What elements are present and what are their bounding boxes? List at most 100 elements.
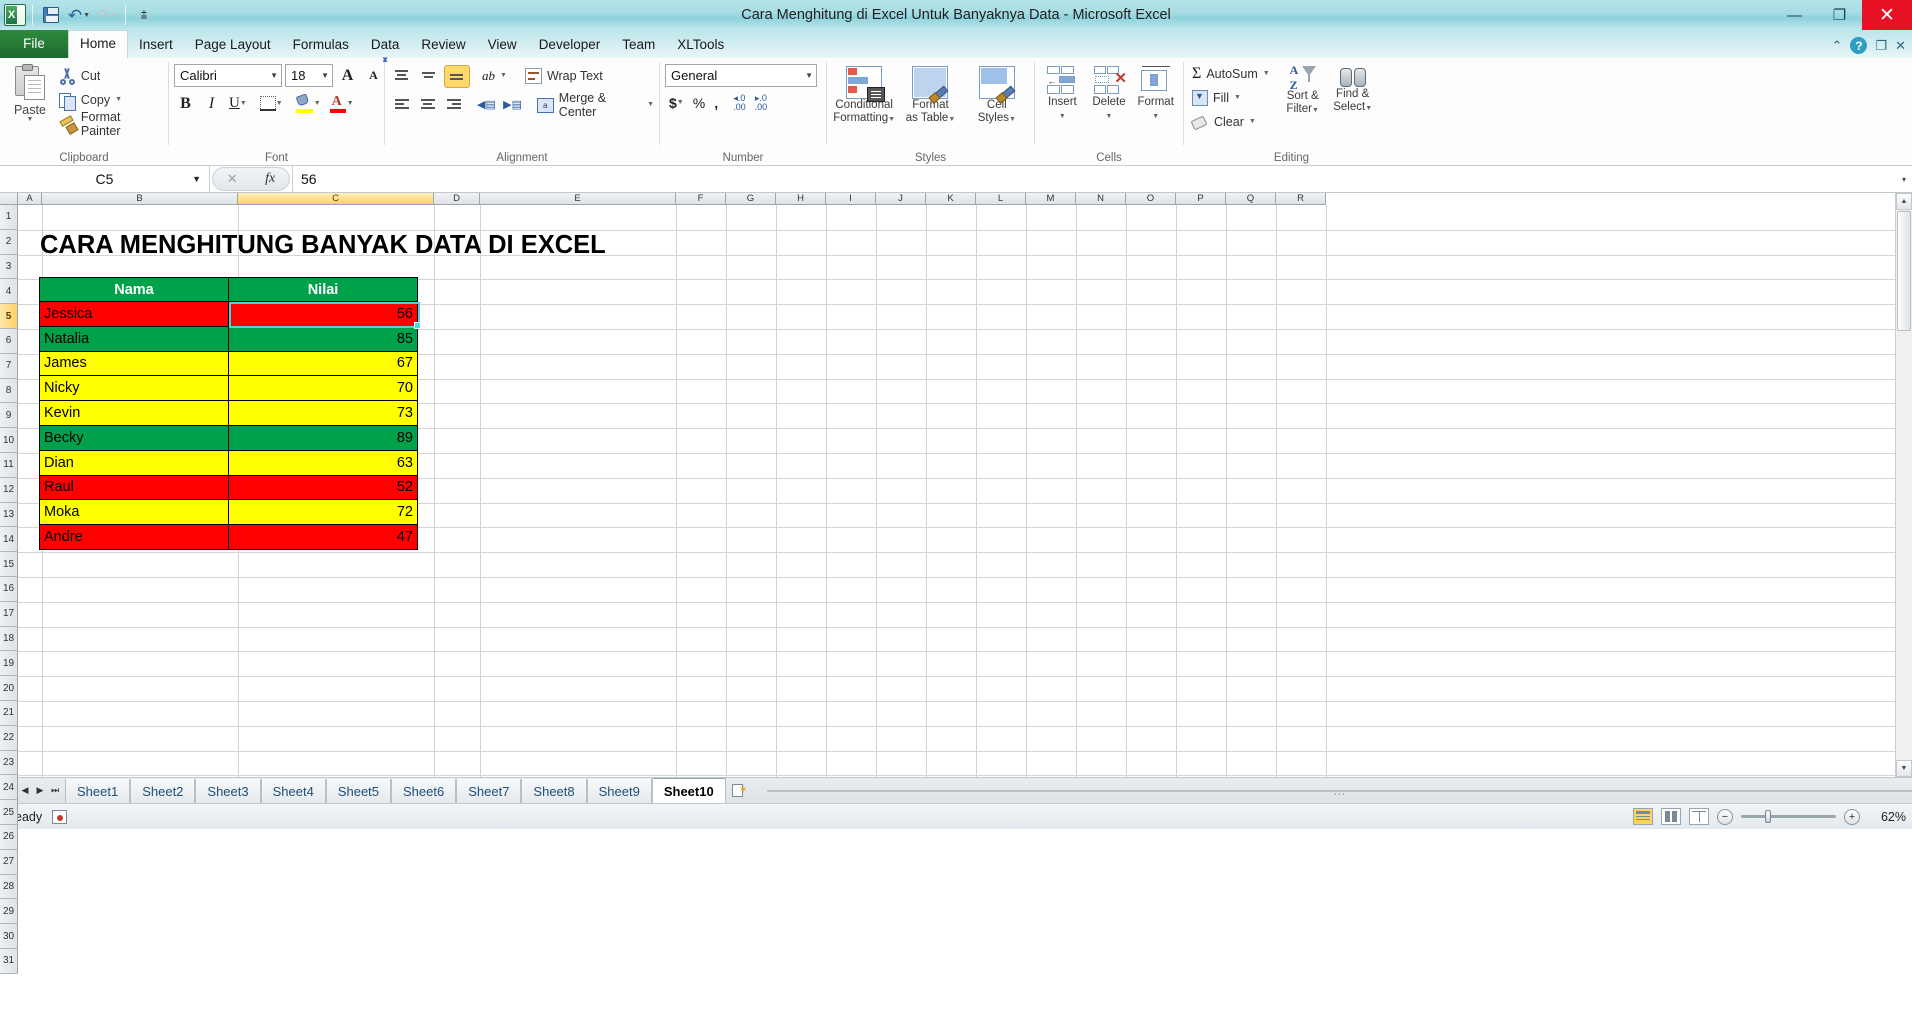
- row-header-23[interactable]: 23: [0, 750, 18, 776]
- row-header-27[interactable]: 27: [0, 849, 18, 875]
- column-header-f[interactable]: F: [676, 193, 726, 205]
- row-header-16[interactable]: 16: [0, 576, 18, 602]
- redo-button[interactable]: ↷ ▼: [95, 3, 119, 27]
- cell-value[interactable]: 52: [228, 474, 418, 501]
- row-header-2[interactable]: 2: [0, 229, 18, 255]
- ribbon-tab-xltools[interactable]: XLTools: [666, 32, 735, 58]
- next-sheet-button[interactable]: ▶: [34, 785, 46, 796]
- decrease-indent-button[interactable]: ◀▤: [474, 94, 497, 117]
- font-color-button[interactable]: A ▼: [327, 92, 357, 115]
- column-header-j[interactable]: J: [876, 193, 926, 205]
- delete-cells-button[interactable]: ✕ Delete ▼: [1087, 64, 1132, 122]
- conditional-formatting-button[interactable]: Conditional Formatting▼: [832, 64, 896, 125]
- cell-value[interactable]: 67: [228, 350, 418, 377]
- autosum-button[interactable]: Σ AutoSum ▼: [1189, 62, 1273, 85]
- row-header-29[interactable]: 29: [0, 899, 18, 925]
- cut-button[interactable]: Cut: [55, 65, 163, 87]
- cell-name[interactable]: James: [39, 350, 229, 377]
- row-header-12[interactable]: 12: [0, 477, 18, 503]
- column-header-m[interactable]: M: [1026, 193, 1076, 205]
- minimize-ribbon-icon[interactable]: ⌃: [1832, 38, 1843, 54]
- row-header-25[interactable]: 25: [0, 800, 18, 825]
- align-right-button[interactable]: [442, 94, 465, 117]
- row-header-6[interactable]: 6: [0, 328, 18, 354]
- cell-name[interactable]: Natalia: [39, 325, 229, 352]
- ribbon-tab-page-layout[interactable]: Page Layout: [184, 32, 282, 58]
- font-name-combo[interactable]: Calibri ▼: [174, 64, 282, 87]
- cell-name[interactable]: Becky: [39, 424, 229, 451]
- row-header-7[interactable]: 7: [0, 353, 18, 379]
- zoom-out-button[interactable]: −: [1717, 808, 1733, 825]
- ribbon-tab-view[interactable]: View: [477, 32, 528, 58]
- cancel-formula-icon[interactable]: ✕: [227, 171, 238, 187]
- cell-name[interactable]: Andre: [39, 524, 229, 550]
- restore-button[interactable]: ❐: [1817, 0, 1862, 30]
- cell-name[interactable]: Kevin: [39, 400, 229, 426]
- align-bottom-button[interactable]: [444, 64, 470, 88]
- align-left-button[interactable]: [390, 94, 413, 117]
- column-header-n[interactable]: N: [1076, 193, 1126, 205]
- sheet-tab-sheet5[interactable]: Sheet5: [325, 779, 392, 803]
- decrease-decimal-button[interactable]: ▸.0.00: [751, 92, 772, 114]
- insert-cells-button[interactable]: ← Insert ▼: [1040, 64, 1085, 122]
- chevron-down-icon[interactable]: ▼: [192, 174, 201, 184]
- vertical-scroll-thumb[interactable]: [1897, 211, 1911, 331]
- row-header-26[interactable]: 26: [0, 824, 18, 850]
- cell-value[interactable]: 70: [228, 375, 418, 402]
- help-icon[interactable]: ?: [1850, 37, 1868, 54]
- row-header-17[interactable]: 17: [0, 601, 18, 627]
- fill-color-button[interactable]: ▼: [293, 92, 324, 115]
- sheet-tab-sheet9[interactable]: Sheet9: [586, 779, 652, 803]
- format-cells-button[interactable]: Format ▼: [1133, 64, 1178, 122]
- formula-input[interactable]: 56: [292, 166, 1896, 192]
- zoom-slider[interactable]: [1741, 810, 1836, 823]
- select-all-button[interactable]: [0, 193, 18, 205]
- cell-value[interactable]: 85: [228, 325, 418, 352]
- restore-window-icon[interactable]: ❐: [1875, 38, 1887, 54]
- sheet-tab-sheet3[interactable]: Sheet3: [195, 779, 261, 803]
- row-header-13[interactable]: 13: [0, 502, 18, 528]
- normal-view-button[interactable]: [1633, 808, 1653, 825]
- italic-button[interactable]: I: [200, 92, 223, 115]
- sheet-tab-sheet4[interactable]: Sheet4: [260, 779, 326, 803]
- cell-name[interactable]: Nicky: [39, 375, 229, 402]
- row-header-3[interactable]: 3: [0, 254, 18, 280]
- sheet-tab-sheet8[interactable]: Sheet8: [521, 779, 587, 803]
- column-header-h[interactable]: H: [776, 193, 826, 205]
- bold-button[interactable]: B: [174, 92, 197, 115]
- align-middle-button[interactable]: [417, 65, 441, 88]
- undo-button[interactable]: ↶ ▼: [67, 3, 91, 27]
- find-select-button[interactable]: Find & Select▼: [1329, 62, 1377, 114]
- align-center-button[interactable]: [416, 94, 439, 117]
- ribbon-tab-team[interactable]: Team: [611, 32, 666, 58]
- scroll-down-button[interactable]: ▼: [1896, 760, 1912, 777]
- number-format-combo[interactable]: General ▼: [665, 64, 817, 87]
- ribbon-tab-developer[interactable]: Developer: [528, 32, 612, 58]
- sort-filter-button[interactable]: AZ Sort & Filter▼: [1279, 62, 1327, 116]
- row-header-18[interactable]: 18: [0, 626, 18, 652]
- row-header-8[interactable]: 8: [0, 378, 18, 404]
- row-header-5[interactable]: 5: [0, 304, 18, 329]
- column-header-c[interactable]: C: [238, 193, 434, 205]
- row-header-1[interactable]: 1: [0, 205, 18, 230]
- column-header-r[interactable]: R: [1276, 193, 1326, 205]
- grow-font-button[interactable]: A ▲: [336, 55, 389, 87]
- column-header-g[interactable]: G: [726, 193, 776, 205]
- format-as-table-button[interactable]: Format as Table▼: [898, 64, 962, 125]
- sheet-tab-sheet7[interactable]: Sheet7: [456, 779, 522, 803]
- borders-button[interactable]: ▼: [257, 92, 286, 115]
- comma-style-button[interactable]: ,: [710, 92, 722, 114]
- row-header-14[interactable]: 14: [0, 527, 18, 553]
- format-painter-button[interactable]: Format Painter: [55, 110, 163, 138]
- cell-value[interactable]: 47: [228, 524, 418, 550]
- row-header-21[interactable]: 21: [0, 700, 18, 726]
- underline-button[interactable]: U ▼: [226, 92, 250, 115]
- minimize-button[interactable]: —: [1772, 0, 1817, 30]
- row-header-4[interactable]: 4: [0, 279, 18, 305]
- sheet-tab-sheet10[interactable]: Sheet10: [651, 778, 726, 803]
- column-header-l[interactable]: L: [976, 193, 1026, 205]
- row-header-28[interactable]: 28: [0, 874, 18, 900]
- cell-name[interactable]: Jessica: [39, 301, 229, 327]
- column-header-p[interactable]: P: [1176, 193, 1226, 205]
- orientation-button[interactable]: ab ▼: [479, 65, 510, 88]
